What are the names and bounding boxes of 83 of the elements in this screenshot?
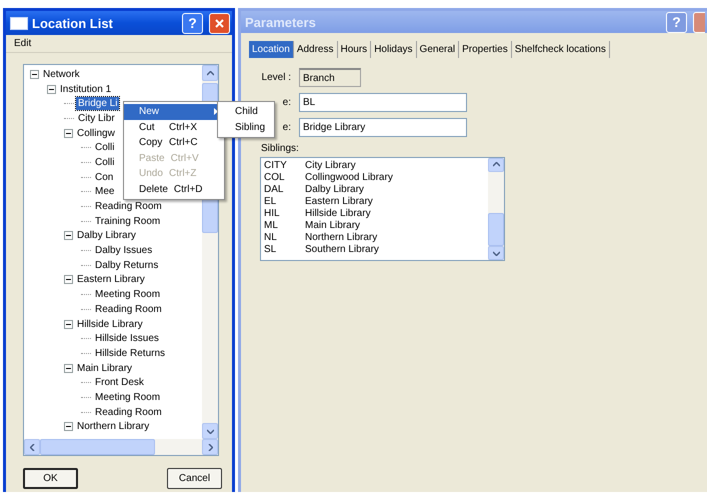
menu-item[interactable]: Copy Ctrl+C [124, 135, 224, 150]
tree-item[interactable]: Network [41, 68, 82, 81]
sibling-code[interactable]: ML [264, 220, 305, 232]
expander-box[interactable] [64, 364, 73, 373]
tab[interactable]: Location [249, 41, 294, 58]
sibling-name[interactable]: Collingwood Library [305, 172, 393, 184]
tree-item[interactable]: Reading Room [93, 406, 164, 419]
field-label: e: [282, 97, 291, 108]
tab[interactable]: Holidays [371, 41, 417, 58]
expander-box[interactable] [64, 231, 73, 240]
sibling-code[interactable]: EL [264, 196, 305, 208]
expander-box[interactable] [64, 275, 73, 284]
sibling-code[interactable]: CITY [264, 160, 305, 172]
tree-item[interactable]: City Libr [76, 112, 117, 125]
tree-item[interactable]: Main Library [75, 362, 134, 375]
tab[interactable]: Address [294, 41, 338, 58]
tree-item[interactable]: Dalby Returns [93, 258, 160, 272]
tree-item[interactable]: Front Desk [93, 376, 146, 390]
horizontal-scrollbar[interactable] [24, 439, 218, 455]
help-button[interactable]: ? [182, 12, 203, 34]
sibling-code[interactable]: SL [264, 244, 305, 256]
window-icon [10, 16, 28, 30]
chevron-right-icon [208, 444, 212, 450]
menu-item[interactable]: Sibling [218, 120, 274, 135]
expander-box[interactable] [64, 422, 73, 432]
tab[interactable]: General [416, 41, 460, 58]
tree-item[interactable]: Dalby Issues [93, 244, 154, 258]
chevron-up-icon [206, 70, 214, 76]
tree-item[interactable]: Meeting Room [93, 390, 162, 404]
tree-item[interactable]: Bridge Li [76, 97, 120, 110]
sibling-code[interactable]: DAL [264, 184, 305, 196]
close-button[interactable] [209, 12, 230, 34]
sibling-name[interactable]: Hillside Library [305, 208, 371, 220]
vertical-scrollbar[interactable] [488, 158, 504, 260]
close-button[interactable] [693, 12, 705, 32]
tab[interactable]: Properties [459, 41, 512, 58]
sibling-code[interactable]: NL [264, 232, 305, 244]
tree-item[interactable]: Mee [93, 185, 116, 198]
name-field[interactable]: Bridge Library [299, 118, 467, 137]
tree-item[interactable]: Hillside Issues [93, 332, 161, 346]
sibling-code[interactable]: COL [264, 172, 305, 184]
expander-box[interactable] [64, 320, 73, 329]
tree-item[interactable]: Reading Room [93, 200, 164, 214]
level-field: Branch [299, 68, 361, 87]
sibling-name[interactable]: Northern Library [305, 232, 378, 244]
window-title: Parameters [245, 14, 317, 30]
code-field[interactable]: BL [299, 93, 467, 112]
tree-item[interactable]: Reading Room [93, 302, 164, 316]
field-label: Level : [260, 72, 291, 83]
tree-item[interactable]: Northern Library [75, 420, 152, 434]
tree-item[interactable]: Colli [93, 141, 116, 154]
expander-box[interactable] [47, 84, 56, 94]
menu-item[interactable]: Edit [14, 38, 32, 49]
chevron-left-icon [30, 444, 34, 450]
siblings-label: Siblings: [261, 143, 300, 154]
tree-item[interactable]: Hillside Returns [93, 346, 168, 360]
tree-item[interactable]: Colli [93, 156, 116, 169]
tree-item[interactable]: Training Room [93, 214, 162, 228]
tree-item[interactable]: Meeting Room [93, 288, 162, 302]
sibling-name[interactable]: Dalby Library [305, 184, 364, 196]
tree-item[interactable]: Institution 1 [58, 82, 114, 96]
menu-item[interactable]: Delete Ctrl+D [124, 182, 224, 197]
sibling-name[interactable]: Southern Library [305, 244, 379, 256]
tree-item[interactable]: Eastern Library [75, 273, 147, 286]
ok-button[interactable]: OK [23, 468, 78, 489]
sibling-name[interactable]: Eastern Library [305, 196, 373, 208]
chevron-up-icon [492, 162, 500, 168]
tree-item[interactable]: Dalby Library [75, 229, 138, 242]
cancel-button[interactable]: Cancel [167, 468, 222, 489]
expander-box[interactable] [30, 70, 39, 79]
tree-item[interactable]: Con [93, 170, 116, 184]
expander-box[interactable] [64, 128, 73, 138]
tree-item[interactable]: Collingw [75, 126, 117, 140]
sibling-name[interactable]: Main Library [305, 220, 360, 232]
chevron-down-icon [492, 250, 500, 256]
tab[interactable]: Shelfcheck locations [512, 41, 610, 58]
sibling-code[interactable]: HIL [264, 208, 305, 220]
tab[interactable]: Hours [338, 41, 372, 58]
close-icon [215, 18, 224, 28]
chevron-down-icon [206, 428, 214, 434]
sibling-name[interactable]: City Library [305, 160, 356, 172]
tree-item[interactable]: Hillside Library [75, 318, 145, 331]
window-title: Location List [32, 16, 114, 30]
